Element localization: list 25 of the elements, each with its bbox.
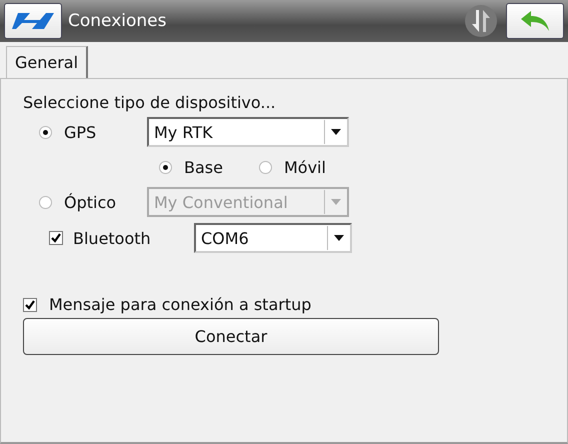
port-dropdown[interactable]: COM6 <box>194 223 352 253</box>
radio-label: GPS <box>64 122 96 142</box>
radio-button[interactable] <box>39 126 52 138</box>
checkbox-label: Bluetooth <box>73 228 151 248</box>
checkbox-label: Mensaje para conexión a startup <box>49 295 312 314</box>
tab[interactable]: General <box>6 46 88 78</box>
dropdown-arrow-icon <box>331 129 341 135</box>
dropdown-arrow-icon <box>331 199 341 205</box>
prompt-text: Seleccione tipo de dispositivo... <box>23 93 277 114</box>
radio-label: Base <box>184 158 223 176</box>
radio-button[interactable] <box>159 160 172 174</box>
checkbox[interactable] <box>49 231 63 245</box>
dropdown-arrow-icon <box>334 235 344 241</box>
device-dropdown[interactable]: My RTK <box>147 117 349 147</box>
window-title: Conexiones <box>68 11 168 31</box>
radio-button[interactable] <box>258 160 272 174</box>
sync-icon[interactable] <box>464 4 498 38</box>
back-button[interactable] <box>506 3 564 39</box>
checkbox[interactable] <box>23 298 37 312</box>
back-arrow-icon <box>519 9 551 33</box>
radio-label: Óptico <box>64 192 116 212</box>
radio-button[interactable] <box>39 196 52 208</box>
logo-button[interactable] <box>4 3 62 39</box>
connect-button[interactable]: Conectar <box>23 318 439 355</box>
radio-label: Móvil <box>284 158 326 176</box>
